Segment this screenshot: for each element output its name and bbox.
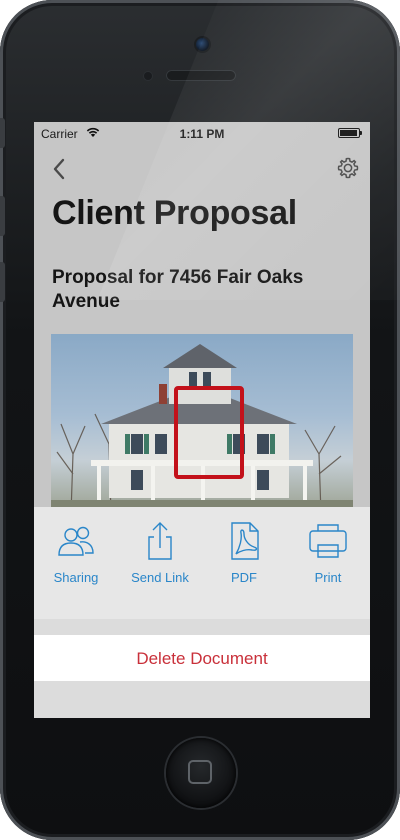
proximity-sensor — [144, 72, 152, 80]
page-title: Client Proposal — [52, 194, 297, 232]
earpiece-speaker — [166, 70, 236, 81]
pdf-label: PDF — [231, 570, 257, 585]
status-bar: Carrier 1:11 PM — [34, 122, 370, 144]
volume-down-button — [0, 262, 5, 302]
mute-switch — [0, 118, 5, 148]
action-row: Sharing Send Link PDF Print — [34, 507, 370, 619]
pdf-document-icon — [231, 522, 259, 560]
send-link-action[interactable]: Send Link — [118, 507, 202, 619]
sharing-label: Sharing — [53, 570, 99, 585]
home-button[interactable] — [166, 738, 236, 808]
action-sheet: Sharing Send Link PDF Print Delete Docum… — [34, 507, 370, 718]
volume-up-button — [0, 196, 5, 236]
front-camera — [196, 38, 209, 51]
share-upload-icon — [148, 522, 172, 560]
print-action[interactable]: Print — [286, 507, 370, 619]
chevron-left-icon[interactable] — [48, 156, 72, 182]
document-subtitle: Proposal for 7456 Fair Oaks Avenue — [52, 267, 304, 312]
clock: 1:11 PM — [179, 127, 225, 141]
pdf-action[interactable]: PDF — [202, 507, 286, 619]
people-icon — [58, 526, 94, 556]
phone-frame: Carrier 1:11 PM Client Proposal Proposal… — [0, 0, 400, 840]
printer-icon — [309, 524, 347, 558]
delete-document-button[interactable]: Delete Document — [34, 635, 370, 681]
pdf-highlight-box — [174, 386, 244, 479]
print-label: Print — [314, 570, 342, 585]
delete-document-label: Delete Document — [136, 649, 268, 668]
gear-icon[interactable] — [336, 156, 360, 180]
sharing-action[interactable]: Sharing — [34, 507, 118, 619]
home-square-icon — [188, 760, 212, 784]
battery-icon — [338, 128, 362, 138]
send-link-label: Send Link — [131, 570, 189, 585]
